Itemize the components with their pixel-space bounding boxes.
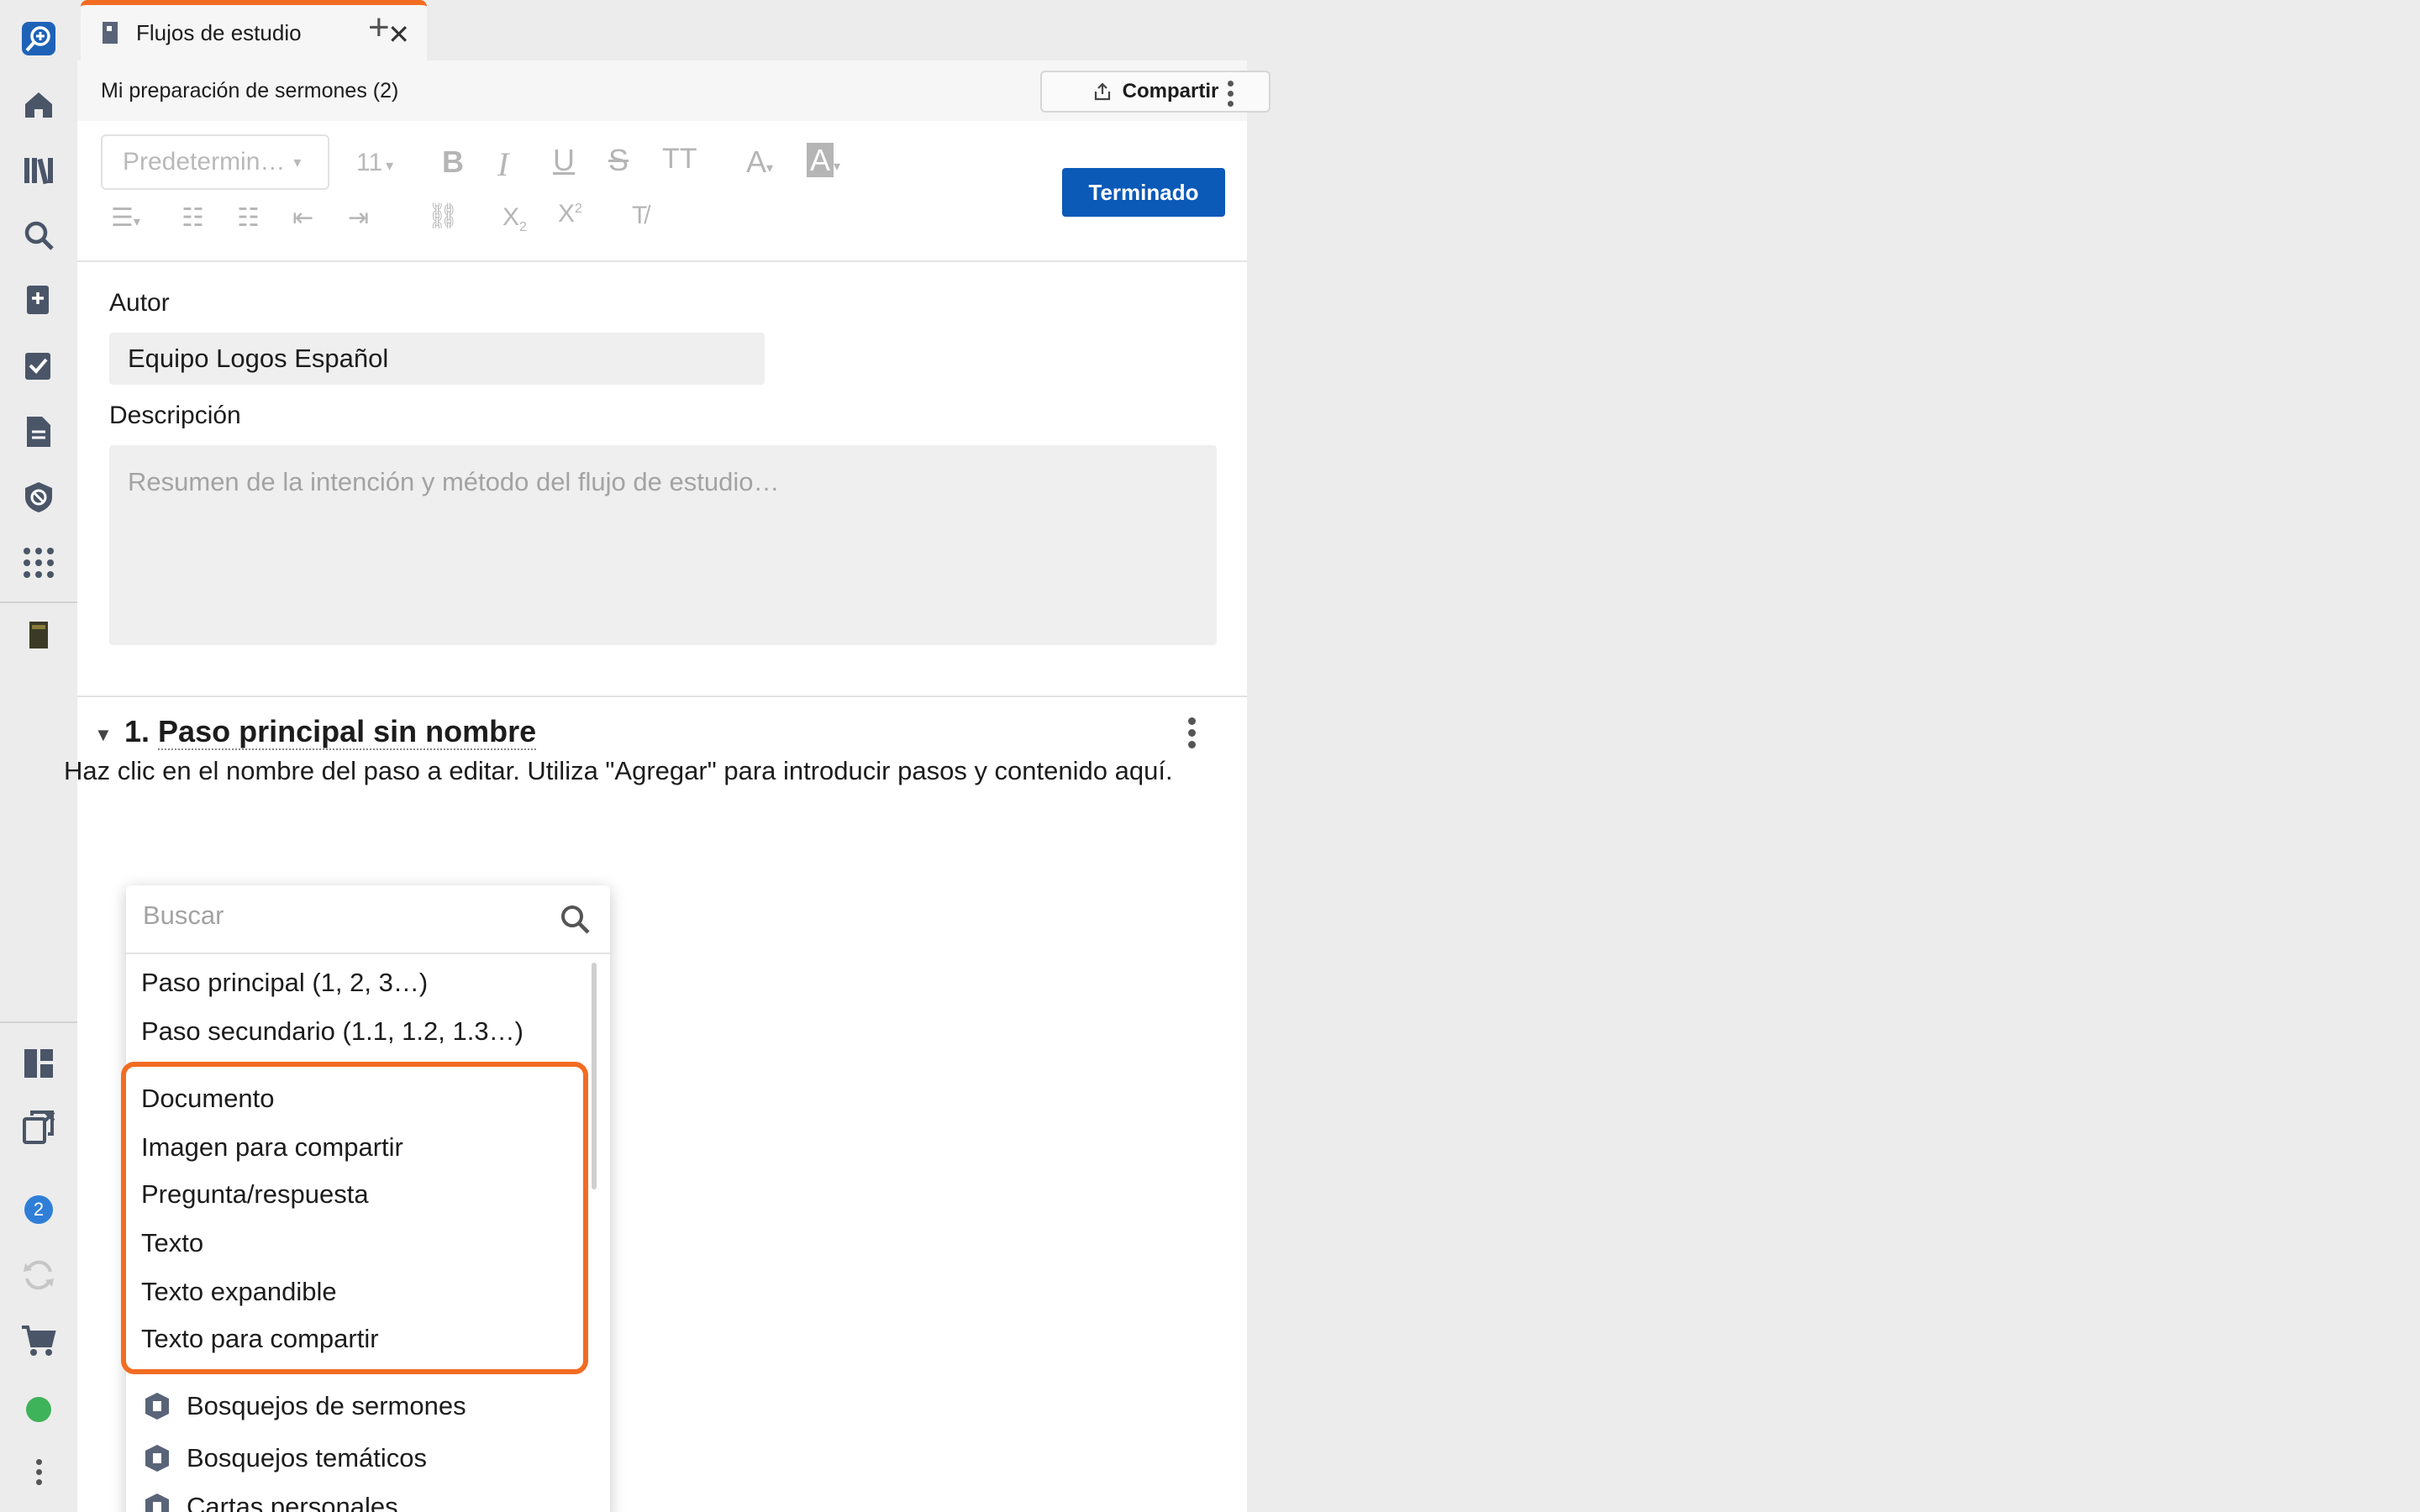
panel-menu-icon[interactable] <box>1225 81 1235 107</box>
notification-icon[interactable]: 2 <box>18 1189 59 1230</box>
resource-book-icon <box>145 1494 169 1512</box>
highlight-color-icon[interactable]: A ▾ <box>807 143 840 178</box>
collapse-step-chevron-icon[interactable]: ▼ <box>94 724 113 746</box>
resource-label: Bosquejos de sermones <box>187 1391 466 1420</box>
search-icon[interactable] <box>18 215 59 255</box>
rail-divider <box>0 601 77 603</box>
resource-book-icon <box>145 1393 169 1420</box>
paragraph-style-value: Predetermin… <box>123 148 286 176</box>
dropdown-scrollbar[interactable] <box>592 963 597 1189</box>
sync-icon[interactable] <box>18 1255 59 1295</box>
library-icon[interactable] <box>18 150 59 190</box>
rail-divider-bottom <box>0 1021 77 1023</box>
step-menu-icon[interactable] <box>1186 717 1197 748</box>
panel-title: Mi preparación de sermones (2) <box>101 79 399 102</box>
link-icon[interactable]: ⛓ <box>427 202 459 231</box>
content-items-highlight <box>121 1062 588 1374</box>
notification-badge: 2 <box>24 1195 53 1224</box>
font-size-select[interactable]: 11 ▾ <box>356 149 393 177</box>
resource-book-icon <box>145 1445 169 1472</box>
text-case-icon[interactable]: TT <box>662 143 697 176</box>
step-help-text: Haz clic en el nombre del paso a editar.… <box>64 756 1173 785</box>
close-tab-icon[interactable]: ✕ <box>387 18 410 50</box>
document-icon[interactable] <box>18 412 59 452</box>
dropdown-item-bosquejos-tematicos[interactable]: Bosquejos temáticos <box>145 1443 427 1473</box>
author-field[interactable]: Equipo Logos Español <box>109 333 765 385</box>
dropdown-item-paso-principal[interactable]: Paso principal (1, 2, 3…) <box>141 968 428 998</box>
superscript-icon[interactable]: X2 <box>558 200 582 228</box>
paragraph-style-select[interactable]: Predetermin… ▾ <box>101 134 329 190</box>
align-icon[interactable]: ☰▾ <box>111 203 140 233</box>
dropdown-item-paso-secundario[interactable]: Paso secundario (1.1, 1.2, 1.3…) <box>141 1016 523 1047</box>
more-icon[interactable] <box>18 1452 59 1492</box>
resource-label: Cartas personales <box>187 1492 398 1512</box>
author-label: Autor <box>109 289 170 317</box>
book-cover-icon[interactable] <box>18 615 59 655</box>
share-button[interactable]: Compartir <box>1040 71 1270 113</box>
workflow-tab-icon <box>103 22 118 44</box>
logos-search-logo-icon[interactable] <box>18 18 59 59</box>
bullet-list-icon[interactable]: ☷ <box>182 203 204 233</box>
underline-icon[interactable]: U <box>553 143 575 178</box>
home-icon[interactable] <box>18 84 59 124</box>
step-title[interactable]: 1. Paso principal sin nombre <box>124 714 537 750</box>
checklist-icon[interactable] <box>18 346 59 386</box>
clear-format-icon[interactable]: T̸ <box>632 202 647 230</box>
share-label: Compartir <box>1122 80 1219 102</box>
outdent-icon[interactable]: ⇤ <box>292 203 313 233</box>
tab-bar: Flujos de estudio ✕ + <box>77 0 2420 60</box>
close-copy-icon[interactable] <box>18 1107 59 1147</box>
layout-icon[interactable] <box>18 1043 59 1084</box>
dropdown-search[interactable]: Buscar <box>126 885 610 954</box>
step-name[interactable]: Paso principal sin nombre <box>158 714 537 750</box>
apps-grid-icon[interactable] <box>18 543 59 583</box>
done-button[interactable]: Terminado <box>1062 168 1225 217</box>
italic-icon[interactable]: I <box>497 144 508 184</box>
resource-label: Bosquejos temáticos <box>187 1443 428 1473</box>
tab-label: Flujos de estudio <box>136 19 302 45</box>
add-document-icon[interactable] <box>18 281 59 321</box>
description-label: Descripción <box>109 402 241 429</box>
bold-icon[interactable]: B <box>442 144 464 180</box>
numbered-list-icon[interactable]: ☷ <box>237 203 260 233</box>
step-divider <box>77 696 1247 697</box>
search-icon <box>561 906 590 934</box>
shield-icon[interactable] <box>18 477 59 517</box>
description-field[interactable]: Resumen de la intención y método del flu… <box>109 445 1217 645</box>
font-size-value: 11 <box>356 149 383 176</box>
strikethrough-icon[interactable]: S <box>608 143 629 178</box>
panel-header: Mi preparación de sermones (2) Compartir <box>77 60 1270 121</box>
user-icon[interactable] <box>18 1389 59 1430</box>
indent-icon[interactable]: ⇥ <box>348 203 369 233</box>
new-tab-button[interactable]: + <box>368 7 390 49</box>
search-placeholder[interactable]: Buscar <box>143 900 224 931</box>
app-window: 2 › Flujos de estudio ✕ + Mi preparación… <box>0 0 2420 1512</box>
subscript-icon[interactable]: X2 <box>502 203 527 235</box>
font-color-icon[interactable]: A▾ <box>746 144 773 180</box>
step-number: 1. <box>124 714 150 748</box>
share-icon <box>1094 82 1110 101</box>
dropdown-item-bosquejos-sermones[interactable]: Bosquejos de sermones <box>145 1391 466 1421</box>
cart-icon[interactable] <box>18 1320 59 1361</box>
dropdown-item-cartas-personales[interactable]: Cartas personales <box>145 1492 398 1512</box>
